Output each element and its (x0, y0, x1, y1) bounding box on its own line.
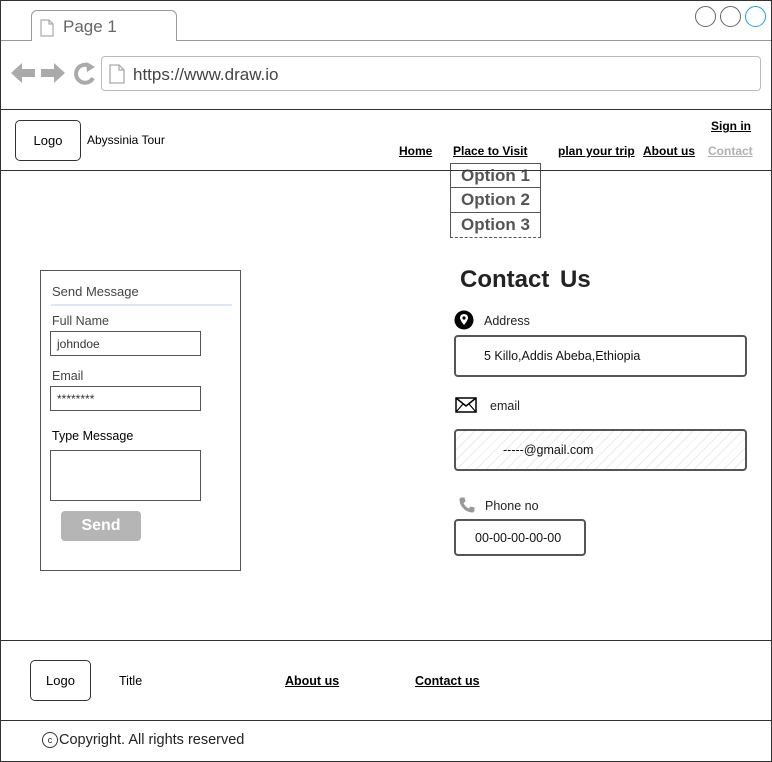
send-button[interactable]: Send (61, 511, 141, 541)
dropdown-option[interactable]: Option 2 (450, 188, 541, 213)
header-divider (1, 170, 771, 171)
email-label: Email (52, 369, 84, 383)
footer-title: Title (119, 674, 143, 688)
copyright-divider (1, 720, 771, 721)
address-bar: https://www.draw.io (1, 41, 771, 110)
full-name-input[interactable]: johndoe (50, 331, 201, 356)
nav-plan-your-trip[interactable]: plan your trip (558, 144, 635, 158)
forward-arrow-icon[interactable] (41, 63, 65, 83)
copyright-icon: c (42, 732, 58, 748)
location-pin-icon (454, 310, 474, 335)
url-field[interactable]: https://www.draw.io (101, 56, 761, 91)
tab-title: Page 1 (63, 17, 117, 36)
nav-contact[interactable]: Contact (708, 144, 753, 158)
window-button-icon[interactable] (745, 6, 766, 27)
copyright-notice: c Copyright. All rights reserved (42, 732, 244, 748)
tab-bar: Page 1 (1, 1, 771, 42)
phone-box: 00-00-00-00-00 (454, 519, 586, 556)
nav-about-us[interactable]: About us (643, 144, 695, 158)
phone-label: Phone no (485, 499, 539, 513)
address-box: 5 Killo,Addis Abeba,Ethiopia (454, 335, 747, 377)
window-button-icon[interactable] (720, 6, 741, 27)
dropdown-option[interactable]: Option 1 (450, 163, 541, 188)
mail-icon (455, 397, 477, 418)
send-message-form: Send Message Full Name johndoe Email ***… (40, 270, 241, 571)
header-logo[interactable]: Logo (15, 120, 81, 161)
places-dropdown: Option 1 Option 2 Option 3 (450, 163, 541, 238)
full-name-label: Full Name (52, 314, 109, 328)
browser-tab[interactable]: Page 1 (31, 10, 177, 42)
footer-divider (1, 640, 771, 641)
form-title: Send Message (52, 284, 139, 299)
email-contact-label: email (490, 399, 520, 413)
address-label: Address (484, 314, 530, 328)
sign-in-link[interactable]: Sign in (711, 119, 751, 133)
phone-icon (458, 496, 476, 519)
page-icon (40, 19, 54, 42)
dropdown-option[interactable]: Option 3 (450, 213, 541, 238)
page-icon (109, 64, 125, 89)
window-button-icon[interactable] (695, 6, 716, 27)
back-arrow-icon[interactable] (11, 63, 35, 83)
copyright-text: Copyright. All rights reserved (59, 732, 245, 748)
nav-home[interactable]: Home (399, 144, 432, 158)
message-textarea[interactable] (50, 450, 201, 501)
brand-name: Abyssinia Tour (87, 133, 165, 147)
navigation-controls (11, 61, 101, 92)
form-title-divider (51, 304, 232, 306)
reload-icon[interactable] (74, 62, 95, 85)
footer-contact-link[interactable]: Contact us (415, 674, 480, 688)
footer-about-link[interactable]: About us (285, 674, 339, 688)
nav-place-to-visit[interactable]: Place to Visit (453, 144, 527, 158)
message-label: Type Message (52, 429, 134, 443)
contact-title: Contact Us (460, 266, 591, 293)
footer-logo[interactable]: Logo (30, 660, 91, 701)
url-text: https://www.draw.io (133, 65, 279, 84)
email-contact-box: -----@gmail.com (454, 429, 747, 471)
email-input[interactable]: ******** (50, 386, 201, 411)
